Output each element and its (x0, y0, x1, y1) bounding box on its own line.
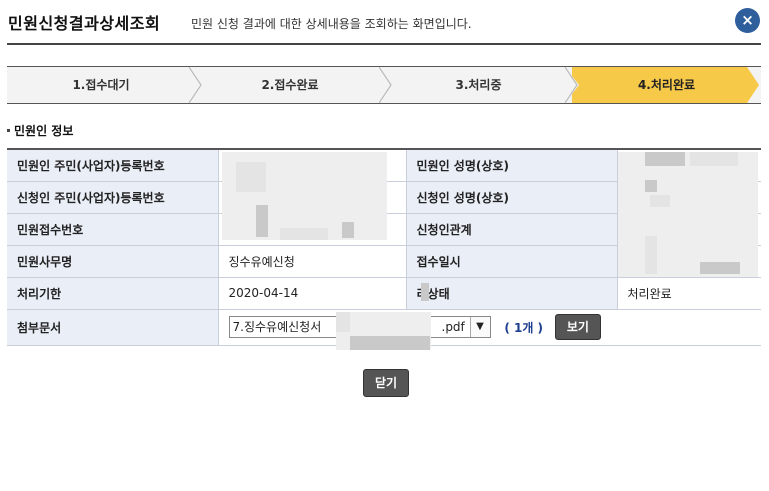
service-name-label: 민원사무명 (7, 245, 219, 278)
requester-relation-label: 신청인관계 (406, 213, 618, 246)
redaction-mosaic (645, 152, 685, 166)
step-received-waiting: 1.접수대기 (72, 78, 130, 92)
redaction-mosaic (342, 222, 354, 238)
applicant-id-label: 민원인 주민(사업자)등록번호 (7, 149, 219, 182)
section-title: 민원인 정보 (7, 122, 73, 139)
redaction-mosaic (256, 205, 268, 237)
page-subtitle: 민원 신청 결과에 대한 상세내용을 조회하는 화면입니다. (191, 17, 472, 31)
attachment-label: 첨부문서 (7, 309, 219, 346)
requester-name-label: 신청인 성명(상호) (406, 181, 618, 214)
close-icon[interactable]: × (735, 8, 760, 33)
applicant-name-label: 민원인 성명(상호) (406, 149, 618, 182)
received-datetime-label: 접수일시 (406, 245, 618, 278)
close-button[interactable]: 닫기 (363, 369, 409, 397)
redaction-mosaic (645, 180, 657, 192)
step-received-complete: 2.접수완료 (261, 78, 319, 92)
bullet-icon (7, 129, 10, 132)
header-divider (7, 43, 761, 45)
redaction-mosaic (650, 195, 670, 207)
redaction-mosaic (645, 236, 657, 274)
attachment-file-name: 7.징수유예신청서 (232, 320, 322, 334)
view-attachment-button[interactable]: 보기 (554, 314, 601, 340)
attachment-count: ( 1개 ) (504, 320, 544, 335)
redaction-mosaic (350, 336, 430, 350)
chevron-right-icon (379, 67, 393, 103)
redaction-mosaic (336, 312, 350, 332)
chevron-right-icon (747, 67, 761, 103)
status-value: 처리완료 (617, 277, 761, 310)
step-processing-complete: 4.처리완료 (572, 67, 761, 103)
redaction-mosaic (236, 162, 266, 192)
service-name-value: 징수유예신청 (218, 245, 407, 278)
attachment-file-ext: .pdf (441, 320, 465, 334)
redaction-mosaic (421, 283, 429, 301)
deadline-label: 처리기한 (7, 277, 219, 310)
status-label: 리상태 (406, 277, 618, 310)
chevron-down-icon[interactable]: ▼ (469, 317, 490, 337)
redaction-mosaic (618, 152, 758, 277)
table-row: 처리기한 2020-04-14 리상태 처리완료 (7, 277, 761, 310)
receipt-number-label: 민원접수번호 (7, 213, 219, 246)
chevron-right-icon (189, 67, 203, 103)
requester-id-label: 신청인 주민(사업자)등록번호 (7, 181, 219, 214)
redaction-mosaic (700, 262, 740, 274)
attachment-cell: 7.징수유예신청서 .pdf ▼ ( 1개 ) 보기 (218, 309, 761, 346)
progress-steps: 1.접수대기 2.접수완료 3.처리중 4.처리완료 (7, 66, 761, 104)
chevron-right-icon (565, 67, 579, 103)
deadline-value: 2020-04-14 (218, 277, 407, 310)
redaction-mosaic (690, 152, 738, 166)
step-processing: 3.처리중 (455, 78, 502, 92)
page-header: 민원신청결과상세조회 민원 신청 결과에 대한 상세내용을 조회하는 화면입니다… (0, 0, 769, 46)
redaction-mosaic (280, 228, 328, 240)
page-title: 민원신청결과상세조회 (8, 14, 161, 33)
